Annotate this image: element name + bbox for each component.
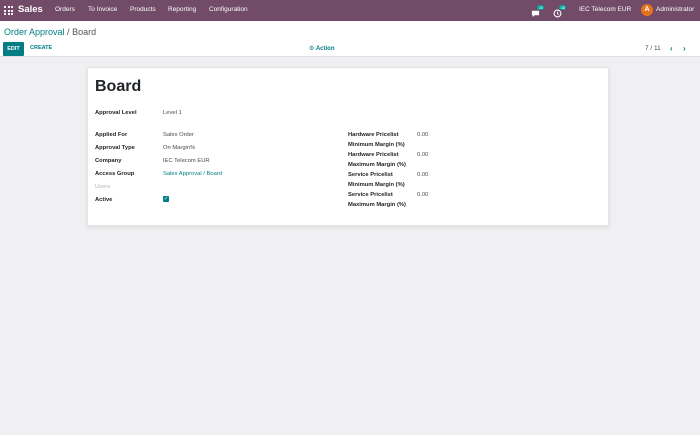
company-switcher[interactable]: IEC Telecom EUR bbox=[579, 6, 631, 13]
hw-min-margin-label-line1: Hardware Pricelist bbox=[348, 132, 399, 138]
applied-for-field[interactable]: Sales Order bbox=[163, 130, 194, 140]
company-label: Company bbox=[95, 158, 122, 164]
approval-level-label: Approval Level bbox=[95, 110, 137, 116]
active-label: Active bbox=[95, 197, 113, 203]
hw-max-margin-label-line1: Hardware Pricelist bbox=[348, 152, 399, 158]
hw-min-margin-label: Hardware Pricelist Minimum Margin (%) bbox=[348, 130, 405, 150]
record-title: Board bbox=[95, 78, 142, 95]
hw-min-margin-field[interactable]: 0.00 bbox=[417, 130, 428, 140]
breadcrumb-separator: / bbox=[67, 27, 70, 37]
create-button[interactable]: CREATE bbox=[30, 45, 52, 51]
apps-menu-icon[interactable] bbox=[4, 6, 13, 15]
menu-reporting[interactable]: Reporting bbox=[168, 6, 196, 13]
sv-min-margin-label-line2: Minimum Margin (%) bbox=[348, 182, 405, 188]
menu-orders[interactable]: Orders bbox=[55, 6, 75, 13]
approval-level-field[interactable]: Level 1 bbox=[163, 108, 182, 118]
pager-next-icon[interactable]: › bbox=[683, 44, 686, 53]
sv-min-margin-label-line1: Service Pricelist bbox=[348, 172, 393, 178]
menu-configuration[interactable]: Configuration bbox=[209, 6, 248, 13]
gear-icon: ⚙ bbox=[309, 46, 315, 52]
hw-min-margin-label-line2: Minimum Margin (%) bbox=[348, 142, 405, 148]
pager-value[interactable]: 7 / 11 bbox=[645, 45, 661, 52]
access-group-label: Access Group bbox=[95, 171, 135, 177]
checkmark-icon: ✓ bbox=[163, 196, 169, 202]
company-field[interactable]: IEC Telecom EUR bbox=[163, 156, 210, 166]
hw-max-margin-label-line2: Maximum Margin (%) bbox=[348, 162, 406, 168]
action-label: Action bbox=[315, 46, 335, 52]
control-panel: Order Approval / Board bbox=[0, 21, 700, 57]
activities-count-badge: 38 bbox=[559, 5, 567, 10]
app-brand[interactable]: Sales bbox=[18, 4, 43, 15]
pager-previous-icon[interactable]: ‹ bbox=[670, 44, 673, 53]
sv-min-margin-field[interactable]: 0.00 bbox=[417, 170, 428, 180]
user-avatar[interactable]: A bbox=[641, 4, 653, 16]
hw-max-margin-label: Hardware Pricelist Maximum Margin (%) bbox=[348, 150, 406, 170]
menu-products[interactable]: Products bbox=[130, 6, 156, 13]
users-label: Users bbox=[95, 184, 111, 190]
breadcrumb: Order Approval / Board bbox=[4, 27, 96, 37]
edit-button[interactable]: EDIT bbox=[3, 42, 24, 56]
action-menu-button[interactable]: ⚙ Action bbox=[309, 45, 335, 52]
sv-max-margin-label-line1: Service Pricelist bbox=[348, 192, 393, 198]
approval-type-field[interactable]: On Margin% bbox=[163, 143, 195, 153]
top-navbar: Sales Orders To Invoice Products Reporti… bbox=[0, 0, 700, 21]
sv-max-margin-label-line2: Maximum Margin (%) bbox=[348, 202, 406, 208]
hw-max-margin-field[interactable]: 0.00 bbox=[417, 150, 428, 160]
active-checkbox[interactable]: ✓ bbox=[163, 196, 169, 202]
sv-max-margin-field[interactable]: 0.00 bbox=[417, 190, 428, 200]
approval-type-label: Approval Type bbox=[95, 145, 135, 151]
messages-count-badge: 30 bbox=[537, 5, 545, 10]
sv-min-margin-label: Service Pricelist Minimum Margin (%) bbox=[348, 170, 405, 190]
breadcrumb-parent-link[interactable]: Order Approval bbox=[4, 27, 65, 37]
menu-to-invoice[interactable]: To Invoice bbox=[88, 6, 117, 13]
applied-for-label: Applied For bbox=[95, 132, 128, 138]
breadcrumb-current: Board bbox=[72, 27, 97, 37]
user-menu[interactable]: Administrator bbox=[656, 6, 694, 13]
sv-max-margin-label: Service Pricelist Maximum Margin (%) bbox=[348, 190, 406, 210]
access-group-link[interactable]: Sales Approval / Board bbox=[163, 169, 222, 179]
form-sheet: Board Approval Level Level 1 Applied For… bbox=[87, 67, 609, 226]
